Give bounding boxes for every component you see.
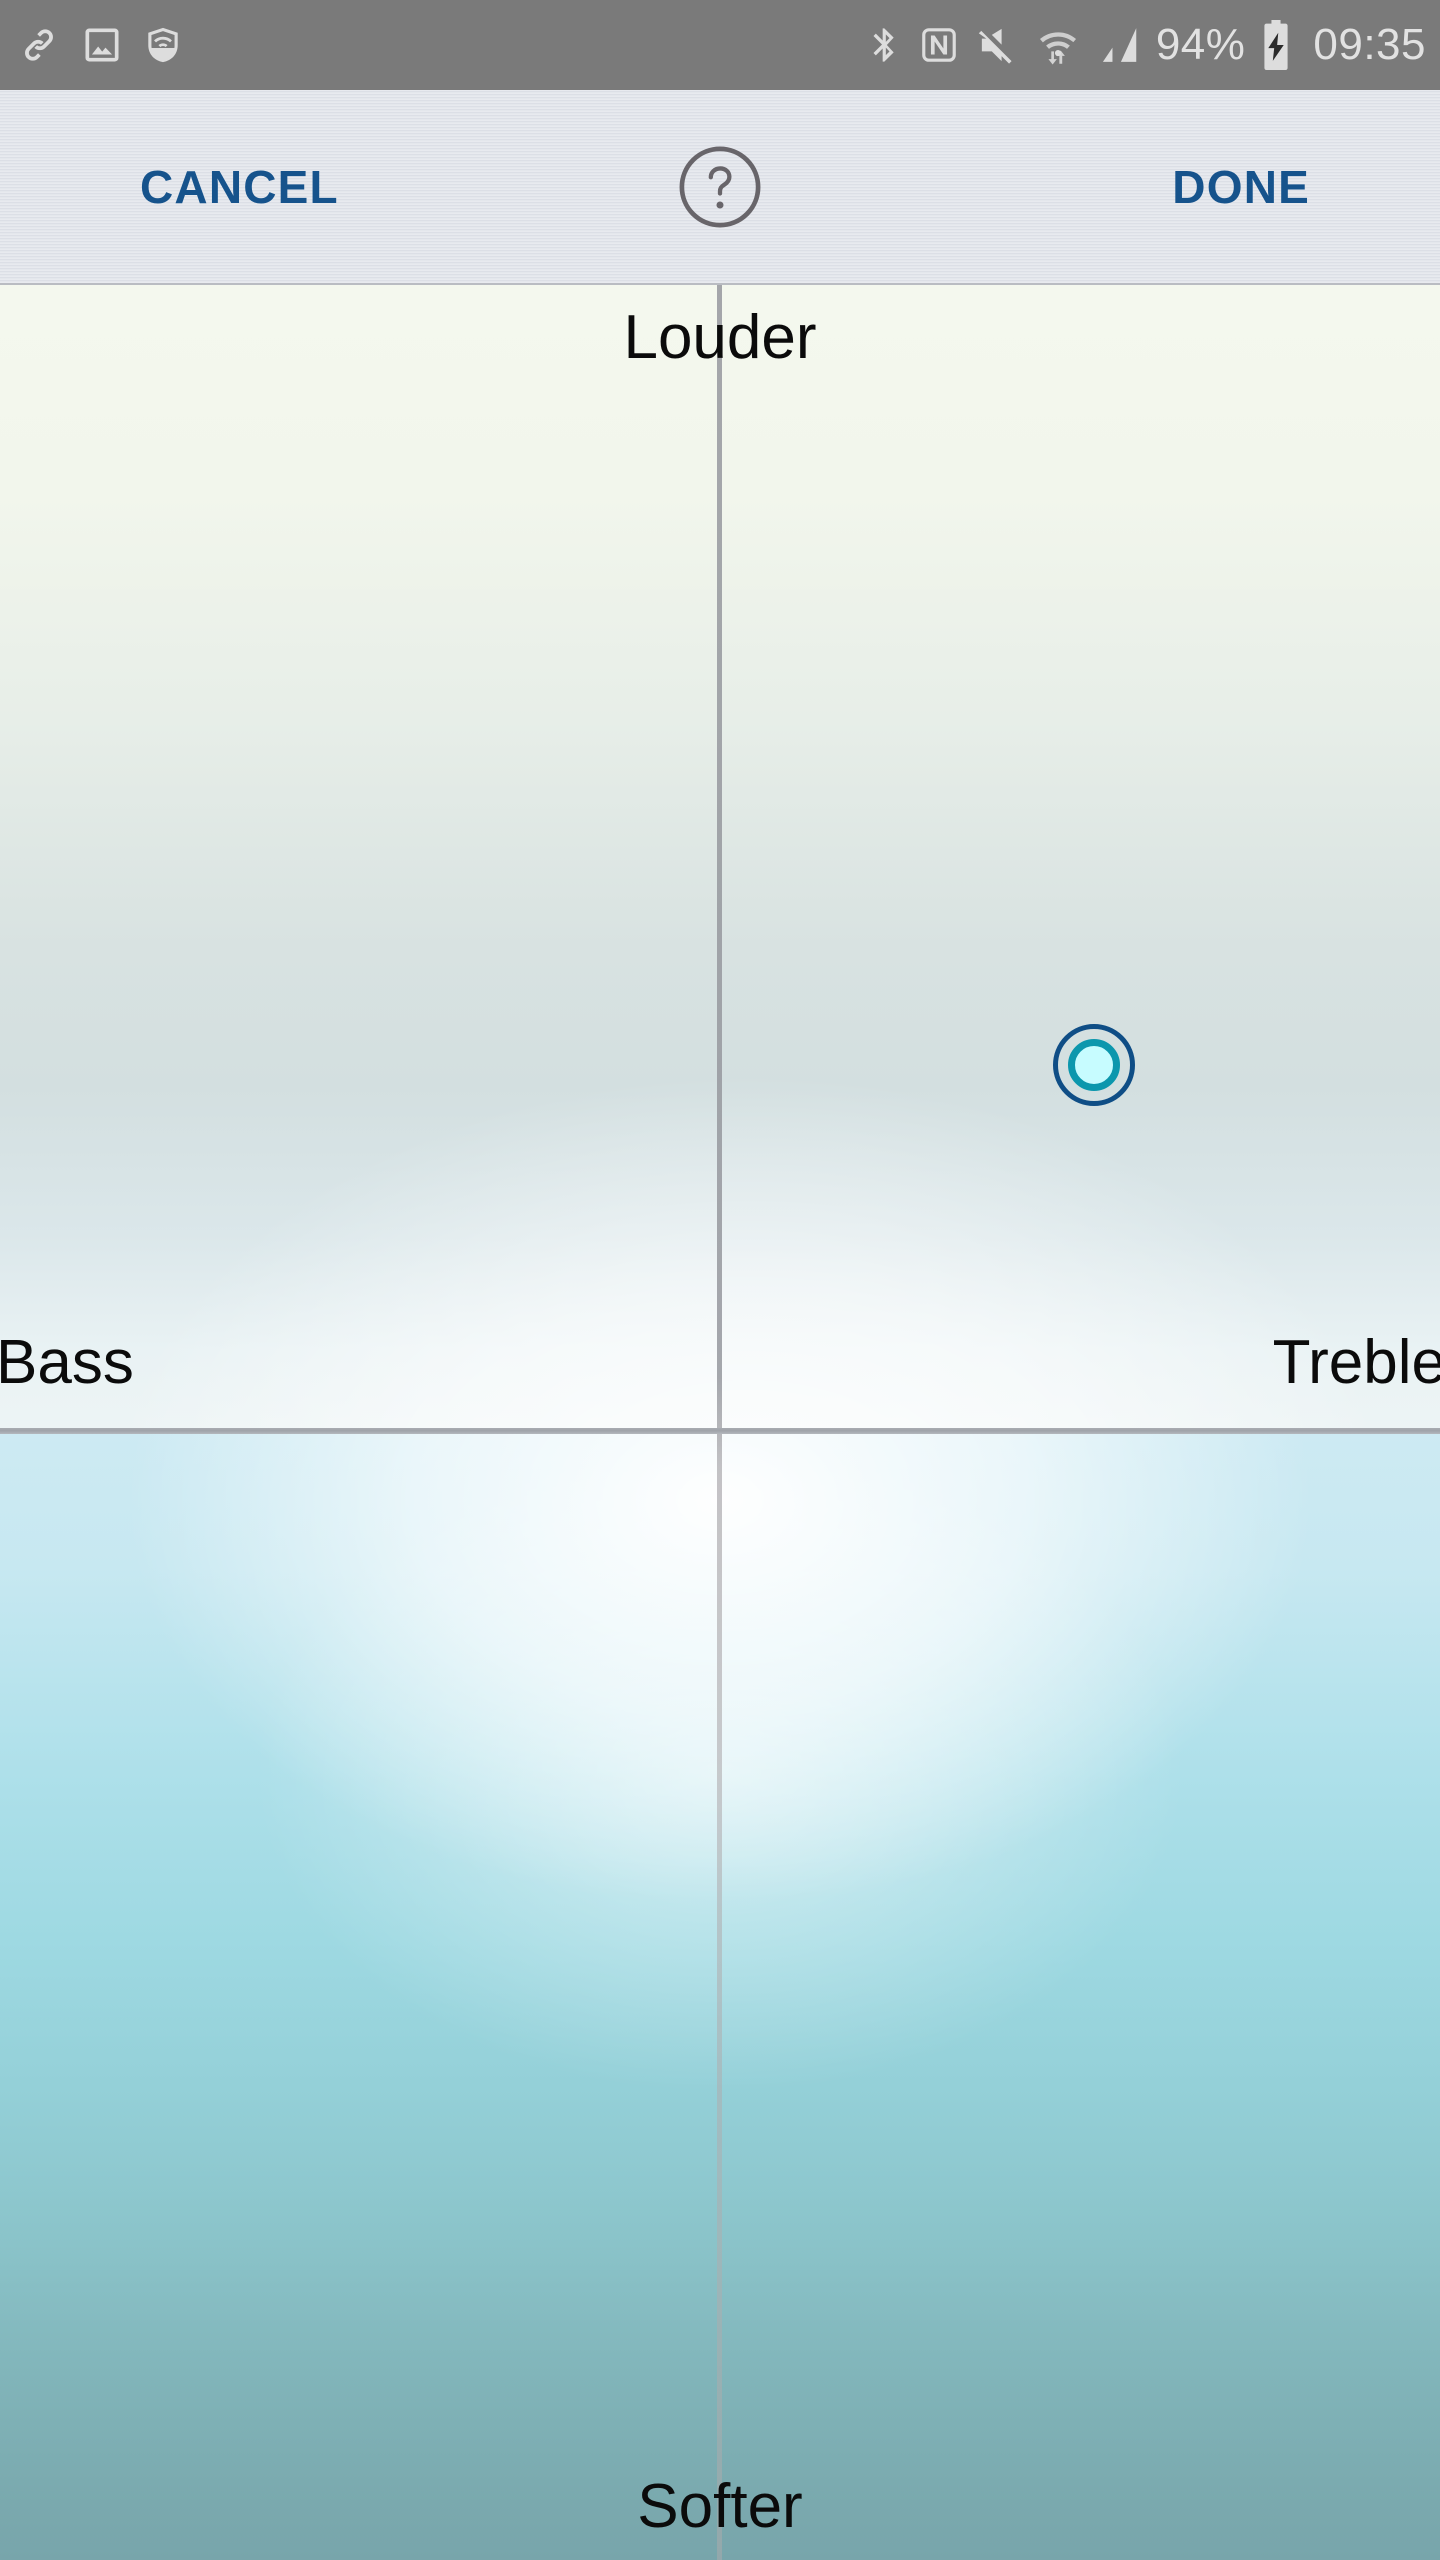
eq-handle-inner-dot (1068, 1039, 1121, 1092)
nfc-icon (918, 22, 960, 68)
equalizer-pad[interactable]: Louder Bass Treble Softer (0, 285, 1440, 2560)
cancel-button[interactable]: CANCEL (110, 154, 369, 220)
status-bar-right-icons: 94% 09:35 (864, 20, 1426, 70)
eq-label-louder: Louder (623, 303, 817, 372)
battery-charging-icon (1259, 20, 1293, 70)
wifi-icon (1034, 22, 1082, 68)
help-button[interactable] (677, 144, 763, 230)
eq-axis-vertical (717, 285, 722, 2560)
cellular-signal-icon (1096, 22, 1142, 68)
eq-label-softer: Softer (637, 2472, 803, 2541)
done-button[interactable]: DONE (1142, 154, 1340, 220)
status-bar-left-icons (16, 22, 184, 68)
image-icon (80, 23, 124, 67)
help-circle-icon (679, 146, 761, 227)
action-bar: CANCEL DONE (0, 90, 1440, 285)
battery-percent-label: 94% (1155, 20, 1246, 69)
eq-axis-horizontal (0, 1428, 1440, 1434)
mute-icon (974, 22, 1020, 68)
link-icon (16, 22, 62, 68)
eq-label-bass: Bass (0, 1328, 134, 1397)
app-screen: 94% 09:35 CANCEL DONE Louder Bass Treble… (0, 0, 1440, 2560)
eq-label-treble: Treble (1272, 1328, 1440, 1397)
bluetooth-icon (864, 22, 904, 68)
status-clock: 09:35 (1313, 20, 1426, 69)
status-bar: 94% 09:35 (0, 0, 1440, 90)
smart-network-icon (142, 23, 184, 67)
